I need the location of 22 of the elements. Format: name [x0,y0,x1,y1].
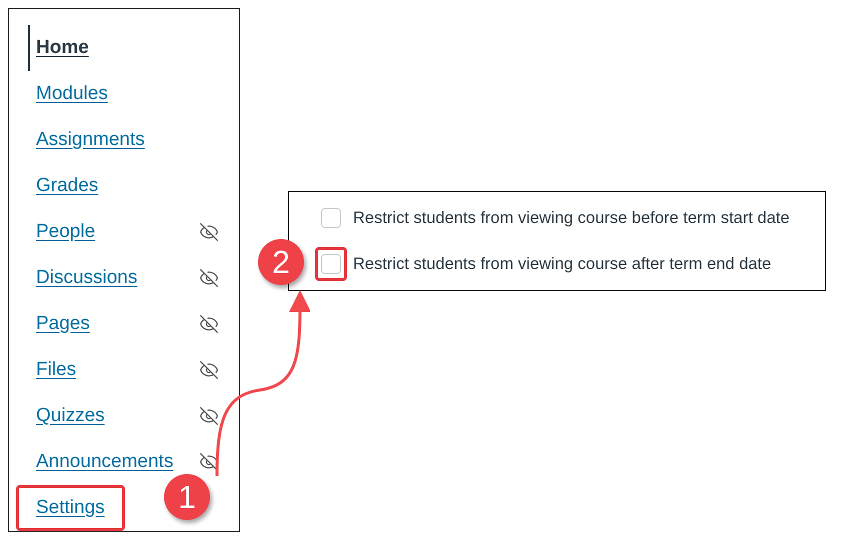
hidden-eye-icon [199,314,219,334]
nav-item[interactable]: Grades [9,163,118,209]
hidden-eye-icon [199,222,219,242]
nav-item[interactable]: Quizzes [9,393,239,439]
nav-item[interactable]: Settings [9,485,125,531]
nav-item[interactable]: Home [9,25,109,71]
checkbox[interactable] [321,208,341,228]
nav-item[interactable]: People [9,209,239,255]
nav-item[interactable]: Pages [9,301,239,347]
nav-item[interactable]: Assignments [9,117,165,163]
step-badge: 2 [258,239,304,285]
hidden-eye-icon [199,360,219,380]
nav-item[interactable]: Discussions [9,255,239,301]
nav-item[interactable]: Modules [9,71,128,117]
checkbox-label: Restrict students from viewing course before term start date [353,208,790,229]
hidden-eye-icon [199,406,219,426]
hidden-eye-icon [199,452,219,472]
checkbox-label: Restrict students from viewing course after term end date [353,254,772,275]
nav-item[interactable]: Files [9,347,239,393]
active-indicator [28,25,30,71]
checkbox[interactable] [321,254,341,274]
hidden-eye-icon [199,268,219,288]
